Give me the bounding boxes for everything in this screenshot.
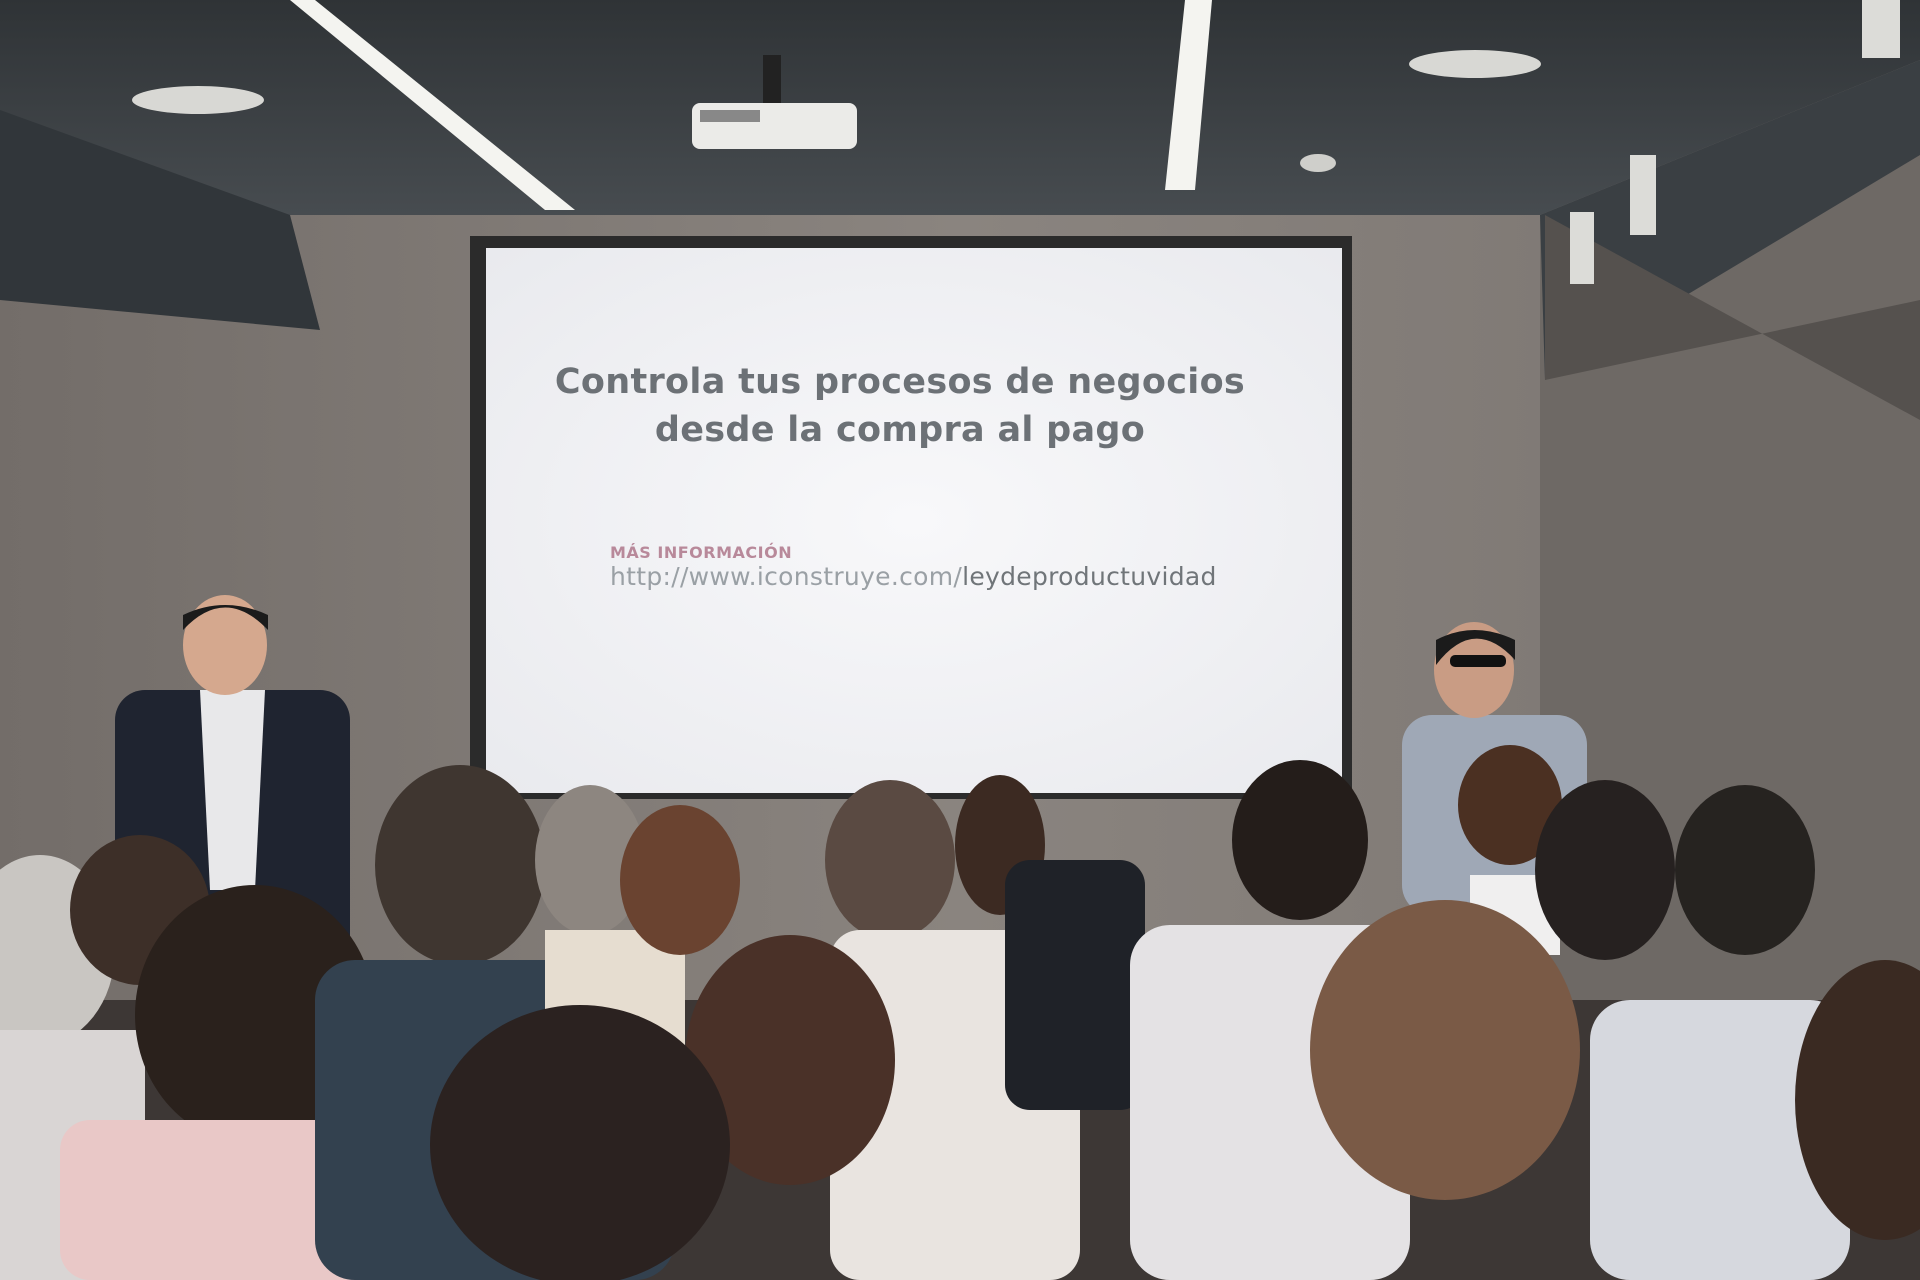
downlight-left [132,86,264,114]
projection-screen [486,248,1342,793]
smoke-detector [1300,154,1336,172]
vent-3 [1862,0,1900,58]
vent-2 [1630,155,1656,235]
conference-room-photo [0,0,1920,1280]
downlight-right [1409,50,1541,78]
projector [692,103,857,149]
vent-1 [1570,212,1594,284]
